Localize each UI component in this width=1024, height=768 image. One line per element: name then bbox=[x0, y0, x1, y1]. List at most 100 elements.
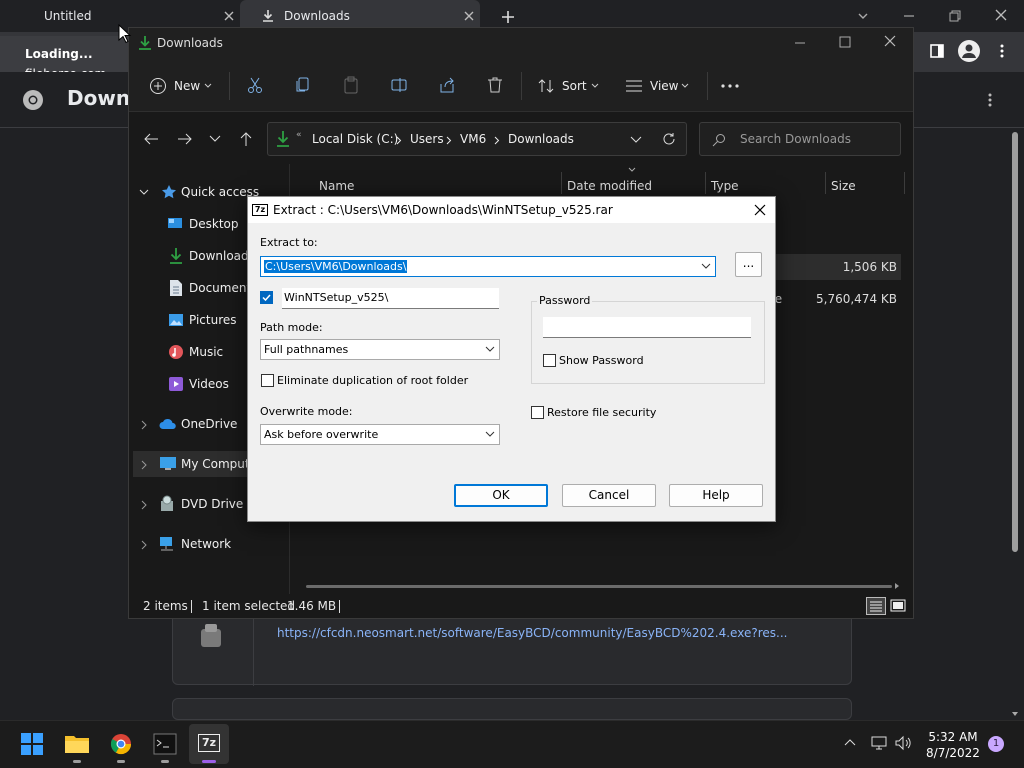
tab-search-chevron-icon[interactable] bbox=[856, 9, 870, 23]
onedrive-cloud-icon bbox=[159, 418, 176, 429]
copy-icon[interactable] bbox=[294, 76, 312, 94]
chevron-up-icon[interactable] bbox=[844, 738, 856, 746]
system-clock[interactable]: 5:32 AM 8/7/2022 bbox=[918, 729, 988, 761]
expand-chevron-icon[interactable] bbox=[141, 420, 148, 430]
minimize-icon[interactable] bbox=[902, 9, 916, 23]
more-options-icon[interactable] bbox=[721, 84, 739, 88]
delete-icon[interactable] bbox=[486, 76, 504, 94]
more-icon[interactable] bbox=[984, 92, 996, 108]
cancel-button[interactable]: Cancel bbox=[562, 484, 656, 507]
page-scrollbar[interactable] bbox=[1010, 132, 1020, 722]
sort-button[interactable]: Sort bbox=[537, 69, 601, 103]
minimize-icon[interactable] bbox=[793, 36, 807, 50]
refresh-icon[interactable] bbox=[662, 132, 676, 146]
ok-button[interactable]: OK bbox=[454, 484, 548, 507]
breadcrumb-separator-icon[interactable] bbox=[494, 136, 500, 145]
network-status-icon[interactable] bbox=[870, 735, 888, 751]
chrome-menu-icon[interactable] bbox=[996, 43, 1008, 59]
details-view-button[interactable] bbox=[866, 597, 886, 615]
pictures-icon bbox=[169, 314, 183, 326]
expand-chevron-icon[interactable] bbox=[141, 500, 148, 510]
scroll-down-icon[interactable] bbox=[1011, 710, 1019, 718]
column-header-date[interactable]: Date modified bbox=[567, 179, 652, 193]
taskbar-terminal[interactable] bbox=[145, 724, 185, 764]
download-item bbox=[172, 698, 852, 720]
download-icon bbox=[263, 10, 273, 22]
expand-chevron-icon[interactable] bbox=[139, 189, 149, 196]
expand-chevron-icon[interactable] bbox=[141, 540, 148, 550]
dialog-titlebar: 7z Extract : C:\Users\VM6\Downloads\WinN… bbox=[248, 197, 775, 223]
address-bar[interactable]: « Local Disk (C:) Users VM6 Downloads bbox=[267, 122, 687, 156]
rename-icon[interactable] bbox=[390, 76, 408, 94]
close-icon[interactable] bbox=[883, 34, 897, 48]
password-input[interactable] bbox=[543, 317, 751, 338]
new-button[interactable]: New bbox=[149, 69, 215, 103]
back-arrow-icon[interactable] bbox=[143, 132, 159, 146]
close-window-icon[interactable] bbox=[994, 8, 1008, 22]
sidepanel-icon[interactable] bbox=[929, 43, 945, 59]
sidebar-label: OneDrive bbox=[181, 417, 238, 431]
profile-avatar[interactable] bbox=[958, 40, 980, 62]
recent-chevron-icon[interactable] bbox=[209, 135, 221, 143]
subfolder-field[interactable]: WinNTSetup_v525\ bbox=[282, 288, 499, 309]
expand-chevron-icon[interactable] bbox=[141, 460, 148, 470]
address-dropdown-icon[interactable] bbox=[630, 136, 642, 144]
running-indicator bbox=[117, 760, 125, 763]
maximize-icon[interactable] bbox=[838, 35, 852, 49]
restore-security-checkbox[interactable] bbox=[531, 406, 544, 419]
search-placeholder: Search Downloads bbox=[740, 132, 851, 146]
clock-time: 5:32 AM bbox=[928, 730, 978, 744]
cut-icon[interactable] bbox=[246, 76, 264, 94]
horizontal-scrollbar-thumb[interactable] bbox=[306, 585, 892, 588]
browse-button[interactable]: ... bbox=[735, 252, 762, 277]
paste-icon[interactable] bbox=[342, 76, 360, 94]
extract-dialog: 7z Extract : C:\Users\VM6\Downloads\WinN… bbox=[247, 196, 776, 522]
details-view-icon bbox=[870, 601, 882, 612]
taskbar-chrome[interactable] bbox=[101, 724, 141, 764]
download-url[interactable]: https://cfcdn.neosmart.net/software/Easy… bbox=[277, 626, 787, 640]
overwrite-mode-select[interactable]: Ask before overwrite bbox=[260, 424, 500, 445]
up-arrow-icon[interactable] bbox=[239, 131, 253, 147]
subfolder-checkbox[interactable] bbox=[260, 291, 273, 304]
close-icon[interactable] bbox=[222, 9, 236, 23]
overwrite-mode-label: Overwrite mode: bbox=[260, 405, 353, 418]
breadcrumb-local-disk[interactable]: Local Disk (C:) bbox=[312, 132, 398, 146]
column-header-name[interactable]: Name bbox=[319, 179, 354, 193]
help-button[interactable]: Help bbox=[669, 484, 763, 507]
taskbar-7zip[interactable]: 7z bbox=[189, 724, 229, 764]
column-header-type[interactable]: Type bbox=[711, 179, 739, 193]
breadcrumb-separator-icon[interactable] bbox=[396, 136, 402, 145]
status-size: 1.46 MB bbox=[287, 599, 337, 613]
show-password-checkbox[interactable] bbox=[543, 354, 556, 367]
scrollbar-thumb[interactable] bbox=[1012, 132, 1018, 552]
download-icon bbox=[277, 131, 289, 147]
close-icon[interactable] bbox=[462, 9, 476, 23]
column-header-size[interactable]: Size bbox=[831, 179, 856, 193]
breadcrumb-users[interactable]: Users bbox=[410, 132, 444, 146]
scroll-right-icon[interactable] bbox=[894, 582, 900, 590]
search-input[interactable]: Search Downloads bbox=[699, 122, 901, 156]
taskbar-file-explorer[interactable] bbox=[57, 724, 97, 764]
start-button[interactable] bbox=[12, 724, 52, 764]
share-icon[interactable] bbox=[438, 76, 456, 94]
sidebar-item-network[interactable]: Network bbox=[129, 531, 289, 557]
volume-icon[interactable] bbox=[894, 735, 912, 751]
breadcrumb-vm6[interactable]: VM6 bbox=[460, 132, 486, 146]
eliminate-duplication-checkbox[interactable] bbox=[261, 374, 274, 387]
extract-to-combo[interactable]: C:\Users\VM6\Downloads\ bbox=[260, 256, 716, 277]
breadcrumb-downloads[interactable]: Downloads bbox=[508, 132, 574, 146]
breadcrumb-separator-icon[interactable] bbox=[446, 136, 452, 145]
desktop-icon bbox=[168, 218, 182, 228]
tiles-view-button[interactable] bbox=[889, 597, 907, 615]
overflow-chevrons-icon[interactable]: « bbox=[296, 130, 302, 140]
restore-icon[interactable] bbox=[948, 9, 962, 23]
close-icon[interactable] bbox=[753, 203, 767, 217]
notification-badge[interactable]: 1 bbox=[988, 736, 1004, 752]
view-button[interactable]: View bbox=[625, 69, 691, 103]
new-tab-icon[interactable] bbox=[500, 9, 516, 25]
chevron-down-icon bbox=[681, 83, 689, 88]
path-mode-select[interactable]: Full pathnames bbox=[260, 339, 500, 360]
chevron-down-icon bbox=[701, 263, 711, 269]
forward-arrow-icon[interactable] bbox=[177, 132, 193, 146]
subfolder-value: WinNTSetup_v525\ bbox=[284, 291, 389, 304]
